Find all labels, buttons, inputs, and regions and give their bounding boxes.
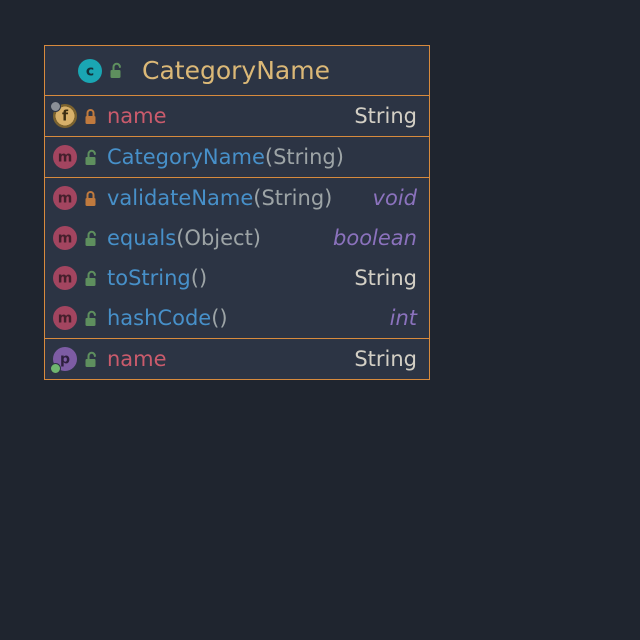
member-row: m toString() String	[45, 258, 429, 298]
unlock-icon	[106, 62, 124, 79]
unlock-icon	[81, 149, 99, 166]
member-type: String	[354, 347, 417, 371]
member-type: String	[354, 104, 417, 128]
member-group: p name String	[45, 339, 429, 379]
member-row: f name String	[45, 96, 429, 136]
class-header: c CategoryName	[45, 46, 429, 96]
member-row: m equals(Object) boolean	[45, 218, 429, 258]
member-type: void	[373, 186, 417, 210]
member-row: p name String	[45, 339, 429, 379]
member-type: boolean	[333, 226, 417, 250]
member-name: name	[107, 347, 167, 371]
unlock-icon	[81, 310, 99, 327]
member-group: m CategoryName(String)	[45, 137, 429, 178]
field-icon: f	[53, 104, 77, 128]
member-name: equals(Object)	[107, 226, 261, 250]
unlock-icon	[81, 230, 99, 247]
lock-icon	[81, 190, 99, 207]
member-row: m CategoryName(String)	[45, 137, 429, 177]
class-name: CategoryName	[142, 56, 330, 85]
unlock-icon	[81, 351, 99, 368]
member-name: CategoryName(String)	[107, 145, 344, 169]
unlock-icon	[81, 270, 99, 287]
member-name: validateName(String)	[107, 186, 332, 210]
member-row: m validateName(String) void	[45, 178, 429, 218]
member-group: m validateName(String) void m equals(Object)…	[45, 178, 429, 339]
member-type: int	[390, 306, 417, 330]
method-icon: m	[53, 145, 77, 169]
member-name: toString()	[107, 266, 207, 290]
property-icon: p	[53, 347, 77, 371]
method-icon: m	[53, 186, 77, 210]
method-icon: m	[53, 226, 77, 250]
member-name: name	[107, 104, 167, 128]
member-row: m hashCode() int	[45, 298, 429, 338]
class-icon: c	[78, 59, 102, 83]
method-icon: m	[53, 266, 77, 290]
lock-icon	[81, 108, 99, 125]
member-group: f name String	[45, 96, 429, 137]
member-name: hashCode()	[107, 306, 228, 330]
member-type: String	[354, 266, 417, 290]
class-icon-letter: c	[86, 64, 94, 78]
method-icon: m	[53, 306, 77, 330]
class-diagram-card: c CategoryName f name String m CategoryName(…	[44, 45, 430, 380]
